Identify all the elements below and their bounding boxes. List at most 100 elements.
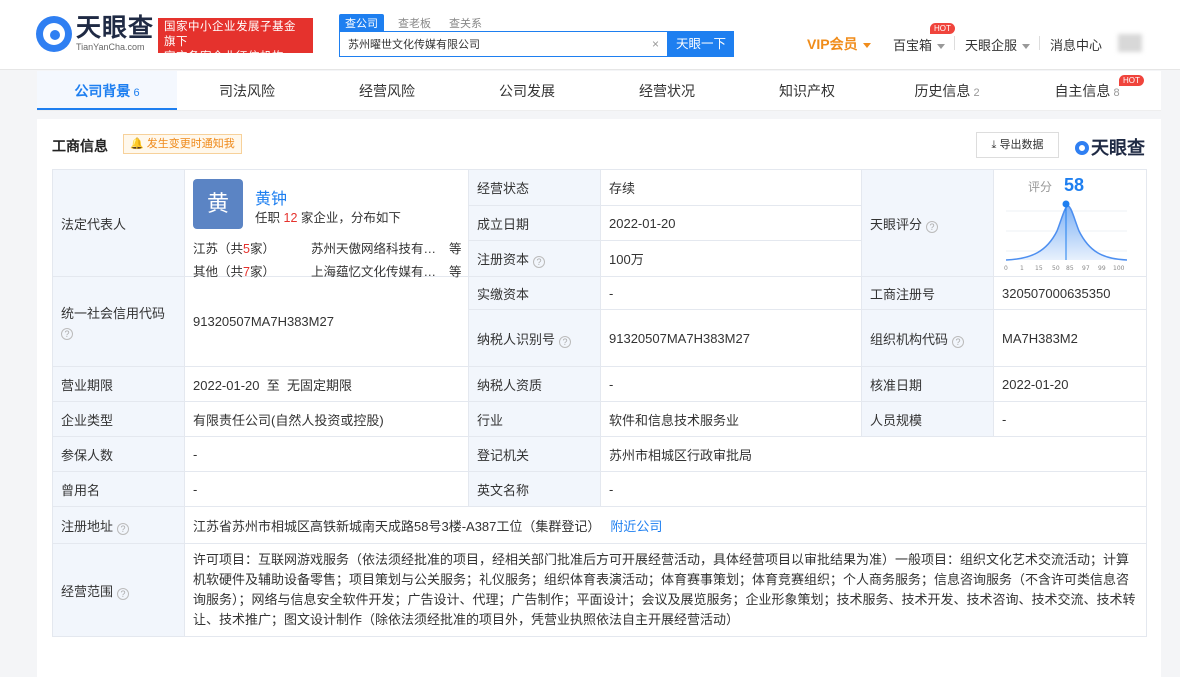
- tab-history[interactable]: 历史信息 2: [877, 71, 1017, 110]
- logo-subtext: TianYanCha.com: [76, 42, 145, 52]
- logo[interactable]: 天眼查 TianYanCha.com: [36, 16, 154, 52]
- score-curve-chart: 0 1 15 50 85 97 99 100: [1004, 200, 1128, 272]
- top-bar: 天眼查 TianYanCha.com 国家中小企业发展子基金旗下 官方备案企业征…: [0, 0, 1180, 70]
- tick-label: 0: [1004, 265, 1008, 272]
- search-tab-company[interactable]: 查公司: [339, 14, 384, 32]
- help-icon[interactable]: ?: [61, 328, 73, 340]
- search-input[interactable]: [340, 32, 640, 56]
- capital-label-cell: 注册资本?: [468, 240, 601, 277]
- download-icon: ⤓: [991, 139, 997, 151]
- tab-legal-risk[interactable]: 司法风险: [177, 71, 317, 110]
- more-link[interactable]: 等: [449, 238, 462, 257]
- tab-company-background[interactable]: 公司背景 6: [37, 71, 177, 110]
- brand-logo: 天眼查: [1075, 134, 1145, 160]
- approve-date-value: 2022-01-20: [993, 366, 1147, 402]
- tab-label: 公司背景: [74, 83, 131, 99]
- export-label: 导出数据: [999, 139, 1044, 151]
- english-name-label: 英文名称: [468, 471, 601, 507]
- help-icon[interactable]: ?: [559, 335, 572, 348]
- scope-label-cell: 经营范围?: [52, 543, 185, 637]
- legal-rep-name[interactable]: 黄钟: [255, 185, 287, 209]
- divider: [954, 36, 955, 50]
- chevron-down-icon: [862, 42, 871, 48]
- tab-company-development[interactable]: 公司发展: [457, 71, 597, 110]
- clear-icon[interactable]: ×: [652, 37, 659, 51]
- vip-menu[interactable]: VIP会员: [807, 34, 871, 54]
- bell-icon: 🔔: [130, 138, 144, 150]
- help-icon[interactable]: ?: [117, 522, 130, 535]
- qiban-menu[interactable]: 天眼企服: [965, 35, 1031, 54]
- tick-label: 85: [1066, 265, 1074, 272]
- tab-intellectual-property[interactable]: 知识产权: [737, 71, 877, 110]
- score-marker-dot: [1062, 200, 1070, 208]
- chevron-down-icon: [937, 44, 946, 50]
- tab-label: 公司发展: [499, 83, 555, 99]
- credit-code-label: 统一社会信用代码: [61, 306, 166, 321]
- tab-label: 司法风险: [219, 83, 275, 99]
- tab-label: 经营风险: [359, 83, 415, 99]
- notice-label: 发生变更时通知我: [146, 138, 235, 150]
- score-value: 58: [1064, 175, 1085, 195]
- help-icon[interactable]: ?: [117, 587, 130, 600]
- badge-line-2: 官方备案企业征信机构: [164, 51, 284, 63]
- tab-operation-risk[interactable]: 经营风险: [317, 71, 457, 110]
- credit-code-label-cell: 统一社会信用代码?: [52, 276, 185, 367]
- company-link[interactable]: 苏州天傲网络科技有…: [311, 238, 436, 257]
- baobao-menu[interactable]: 百宝箱: [893, 35, 946, 54]
- tick-label: 100: [1113, 265, 1125, 272]
- tab-label: 经营状况: [639, 83, 695, 99]
- tick-label: 99: [1098, 265, 1106, 272]
- credit-code-value: 91320507MA7H383M27: [184, 276, 469, 367]
- company-link[interactable]: 上海蕴忆文化传媒有…: [311, 261, 436, 280]
- badge-line-1: 国家中小企业发展子基金旗下: [164, 21, 296, 48]
- industry-value: 软件和信息技术服务业: [600, 401, 862, 437]
- staff-size-value: -: [993, 401, 1147, 437]
- tab-count: 6: [133, 87, 140, 99]
- avatar[interactable]: [1118, 34, 1142, 52]
- more-link[interactable]: 等: [449, 261, 462, 280]
- help-icon[interactable]: ?: [533, 256, 546, 268]
- logo-icon: [1075, 141, 1089, 155]
- english-name-value: -: [600, 471, 1147, 507]
- main-panel: 工商信息 🔔 发生变更时通知我 ⤓ 导出数据 天眼查 法定代表人 黄 黄钟 任职…: [37, 119, 1161, 677]
- hot-badge: HOT: [1119, 75, 1144, 86]
- help-icon[interactable]: ?: [952, 335, 965, 348]
- former-name-value: -: [184, 471, 469, 507]
- search-tab-boss[interactable]: 查老板: [394, 14, 435, 32]
- messages-link[interactable]: 消息中心: [1050, 35, 1102, 54]
- search-button[interactable]: 天眼一下: [668, 31, 734, 57]
- nearby-companies-link[interactable]: 附近公司: [610, 519, 662, 534]
- legal-rep-cell: 黄 黄钟 任职 12 家企业，分布如下 江苏（共5家） 苏州天傲网络科技有… 等…: [184, 169, 469, 280]
- status-value: 存续: [600, 169, 862, 206]
- tab-self-info[interactable]: 自主信息 8 HOT: [1017, 71, 1157, 110]
- search-tab-relation[interactable]: 查关系: [445, 14, 486, 32]
- address-value: 江苏省苏州市相城区高铁新城南天成路58号3楼-A387工位（集群登记）: [193, 518, 601, 534]
- baobao-label: 百宝箱: [893, 38, 933, 53]
- authority-label: 登记机关: [468, 436, 601, 472]
- tick-label: 50: [1052, 265, 1060, 272]
- help-icon[interactable]: ?: [926, 220, 939, 233]
- legal-rep-summary: 任职 12 家企业，分布如下: [255, 211, 401, 225]
- scope-label: 经营范围: [61, 583, 114, 599]
- avatar[interactable]: 黄: [193, 179, 243, 229]
- org-code-value: MA7H383M2: [993, 309, 1147, 367]
- brand-text: 天眼查: [1091, 138, 1145, 158]
- address-cell: 江苏省苏州市相城区高铁新城南天成路58号3楼-A387工位（集群登记） 附近公司: [184, 506, 1147, 544]
- paid-capital-label: 实缴资本: [468, 276, 601, 310]
- score-label: 天眼评分: [870, 216, 923, 232]
- official-badge: 国家中小企业发展子基金旗下 官方备案企业征信机构: [158, 18, 313, 63]
- tax-qualification-label: 纳税人资质: [468, 366, 601, 402]
- staff-size-label: 人员规模: [861, 401, 994, 437]
- org-code-label-cell: 组织机构代码?: [861, 309, 994, 367]
- term-value: 2022-01-20 至 无固定期限: [184, 366, 469, 402]
- change-notify-button[interactable]: 🔔 发生变更时通知我: [123, 134, 242, 154]
- score-label-cell: 天眼评分?: [861, 169, 994, 277]
- export-button[interactable]: ⤓ 导出数据: [976, 132, 1059, 158]
- authority-value: 苏州市相城区行政审批局: [600, 436, 1147, 472]
- tab-count: 2: [973, 87, 980, 99]
- tab-bar: 公司背景 6 司法风险 经营风险 公司发展 经营状况 知识产权 历史信息 2 自主信…: [37, 71, 1161, 111]
- hot-badge: HOT: [930, 23, 955, 34]
- term-label: 营业期限: [52, 366, 185, 402]
- tab-operation-status[interactable]: 经营状况: [597, 71, 737, 110]
- approve-date-label: 核准日期: [861, 366, 994, 402]
